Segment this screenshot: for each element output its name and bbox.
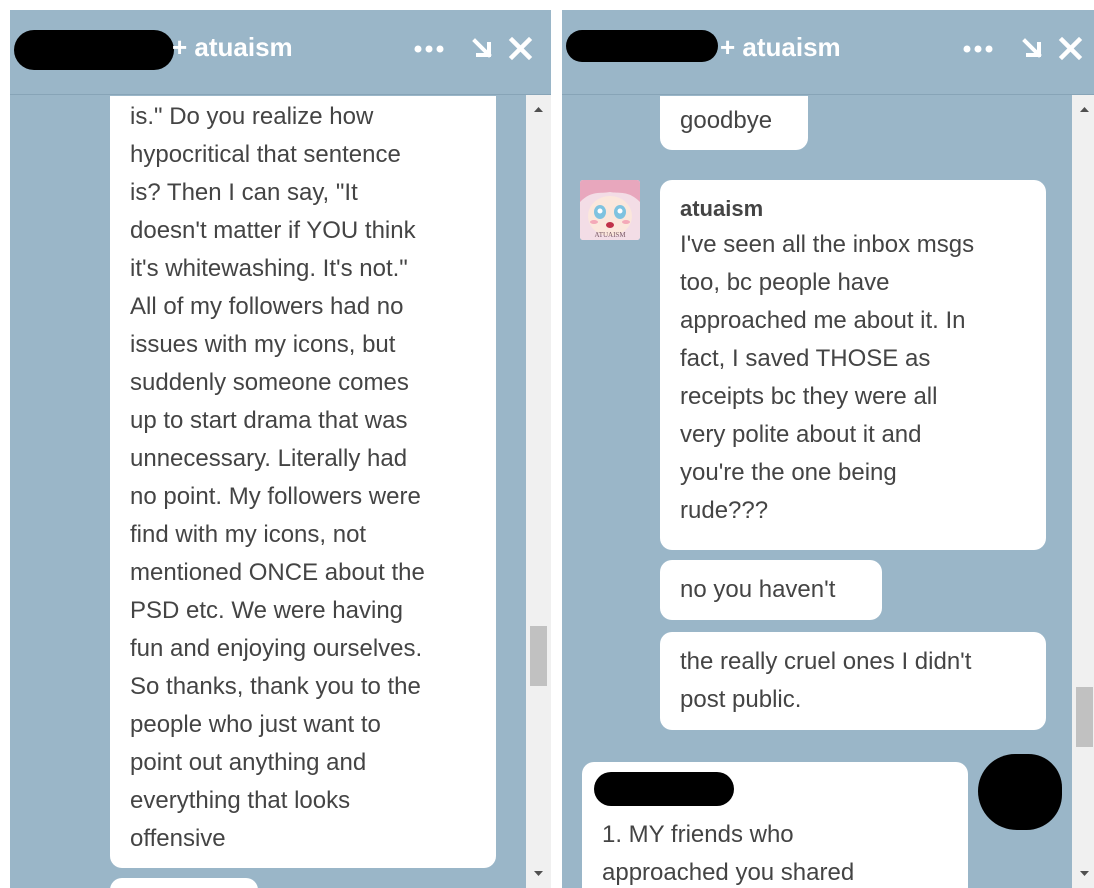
message-line: All of my followers had no bbox=[130, 293, 404, 320]
scroll-up-arrow[interactable] bbox=[1072, 95, 1094, 119]
message-line: fact, I saved THOSE as bbox=[680, 345, 931, 372]
message-line: hypocritical that sentence bbox=[130, 141, 401, 168]
message-line: PSD etc. We were having bbox=[130, 597, 404, 624]
message-line: approached me about it. In bbox=[680, 307, 966, 334]
message-bubble: atuaism I've seen all the inbox msgs too… bbox=[660, 180, 1046, 550]
message-line: too, bc people have bbox=[680, 269, 890, 296]
close-button[interactable] bbox=[1058, 34, 1084, 62]
scrollbar[interactable] bbox=[1072, 95, 1094, 888]
sender-name[interactable]: atuaism bbox=[680, 194, 1026, 224]
message-text: goodbye bbox=[680, 107, 773, 134]
message-text: no you haven't bbox=[680, 576, 836, 603]
message-line: no point. My followers were bbox=[130, 483, 421, 510]
message-bubble-other: 1. MY friends who approached you shared bbox=[582, 762, 968, 888]
message-line: I've seen all the inbox msgs bbox=[680, 231, 975, 258]
chat-header: + atuaism bbox=[10, 10, 551, 95]
message-line: doesn't matter if YOU think bbox=[130, 217, 416, 244]
chat-window-right: + atuaism goodbye ATUAISM atuaism I've s… bbox=[562, 10, 1094, 888]
arrow-down-right-icon bbox=[1022, 38, 1042, 58]
redacted-username bbox=[14, 30, 174, 70]
message-line: is." Do you realize how bbox=[130, 103, 374, 130]
message-line: up to start drama that was bbox=[130, 407, 408, 434]
message-line: suddenly someone comes bbox=[130, 369, 409, 396]
triangle-up-icon bbox=[534, 107, 543, 112]
scrollbar[interactable] bbox=[526, 95, 551, 888]
scroll-up-arrow[interactable] bbox=[526, 95, 551, 119]
message-line: is? Then I can say, "It bbox=[130, 179, 358, 206]
triangle-up-icon bbox=[1080, 107, 1089, 112]
scrollbar-thumb[interactable] bbox=[1076, 687, 1093, 747]
chat-window-left: + atuaism is." Do you realize how hypocr… bbox=[10, 10, 551, 888]
message-line: post public. bbox=[680, 686, 802, 713]
message-line: find with my icons, not bbox=[130, 521, 367, 548]
message-line: the really cruel ones I didn't bbox=[680, 648, 972, 675]
redacted-avatar bbox=[978, 754, 1062, 830]
more-options-button[interactable] bbox=[961, 34, 997, 62]
scroll-down-arrow[interactable] bbox=[526, 864, 551, 888]
more-options-button[interactable] bbox=[412, 34, 448, 62]
avatar-caption: ATUAISM bbox=[594, 231, 626, 239]
message-line: unnecessary. Literally had bbox=[130, 445, 408, 472]
message-line: offensive bbox=[130, 825, 226, 852]
message-line: receipts bc they were all bbox=[680, 383, 938, 410]
scroll-down-arrow[interactable] bbox=[1072, 864, 1094, 888]
message-line: you're the one being bbox=[680, 459, 897, 486]
avatar[interactable]: ATUAISM bbox=[580, 180, 640, 240]
minimize-button[interactable] bbox=[1020, 34, 1046, 62]
message-line: mentioned ONCE about the bbox=[130, 559, 425, 586]
redacted-username bbox=[566, 30, 718, 62]
message-line: rude??? bbox=[680, 497, 769, 524]
message-line: fun and enjoying ourselves. bbox=[130, 635, 423, 662]
message-bubble: goodbye bbox=[660, 96, 808, 150]
message-line: people who just want to bbox=[130, 711, 381, 738]
triangle-down-icon bbox=[534, 871, 543, 876]
ellipsis-icon bbox=[414, 45, 444, 53]
close-icon bbox=[508, 36, 533, 61]
triangle-down-icon bbox=[1080, 871, 1089, 876]
message-line: 1. MY friends who bbox=[602, 821, 794, 848]
chat-title[interactable]: + atuaism bbox=[172, 31, 293, 63]
redacted-sender-name bbox=[594, 772, 734, 806]
chat-header: + atuaism bbox=[562, 10, 1094, 95]
message-bubble: the really cruel ones I didn't post publ… bbox=[660, 632, 1046, 730]
message-line: issues with my icons, but bbox=[130, 331, 396, 358]
message-line: approached you shared bbox=[602, 859, 855, 886]
message-bubble-next bbox=[110, 878, 258, 888]
arrow-down-right-icon bbox=[472, 38, 492, 58]
message-line: everything that looks bbox=[130, 787, 351, 814]
close-button[interactable] bbox=[508, 34, 534, 62]
minimize-button[interactable] bbox=[470, 34, 496, 62]
message-line: point out anything and bbox=[130, 749, 367, 776]
message-bubble: no you haven't bbox=[660, 560, 882, 620]
close-icon bbox=[1058, 36, 1083, 61]
message-line: very polite about it and bbox=[680, 421, 922, 448]
message-line: So thanks, thank you to the bbox=[130, 673, 421, 700]
scrollbar-thumb[interactable] bbox=[530, 626, 547, 686]
message-line: it's whitewashing. It's not." bbox=[130, 255, 408, 282]
ellipsis-icon bbox=[963, 45, 993, 53]
message-bubble-long: is." Do you realize how hypocritical tha… bbox=[110, 96, 496, 868]
chat-title[interactable]: + atuaism bbox=[720, 31, 841, 63]
